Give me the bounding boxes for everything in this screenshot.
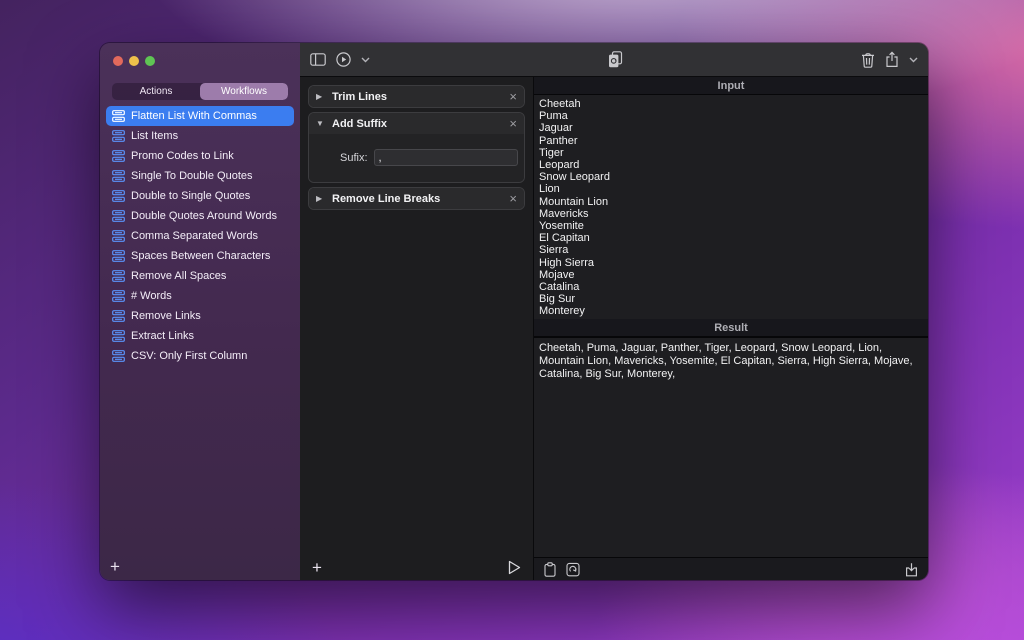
sidebar-item-label: Remove All Spaces <box>131 270 226 282</box>
sidebar-item-label: Extract Links <box>131 330 194 342</box>
workflow-icon <box>112 230 125 242</box>
sidebar-item-label: Promo Codes to Link <box>131 150 234 162</box>
run-workflow-icon[interactable] <box>336 52 351 67</box>
workflow-icon <box>112 210 125 222</box>
remove-step-button[interactable]: × <box>509 117 517 130</box>
sidebar-item[interactable]: Spaces Between Characters <box>106 246 294 266</box>
workflow-icon <box>112 350 125 362</box>
sidebar-item[interactable]: Comma Separated Words <box>106 226 294 246</box>
sidebar-item-label: Flatten List With Commas <box>131 110 257 122</box>
add-workflow-button[interactable]: + <box>110 558 120 575</box>
workflow-icon <box>112 310 125 322</box>
disclosure-icon[interactable]: ▶ <box>316 92 325 101</box>
sidebar-item[interactable]: Flatten List With Commas <box>106 106 294 126</box>
input-header: Input <box>534 77 928 95</box>
disclosure-icon[interactable]: ▼ <box>316 119 325 128</box>
play-icon[interactable] <box>508 560 521 575</box>
disclosure-icon[interactable]: ▶ <box>316 194 325 203</box>
sidebar-item-label: Double Quotes Around Words <box>131 210 277 222</box>
sidebar-item[interactable]: # Words <box>106 286 294 306</box>
paste-clipboard-icon[interactable] <box>544 562 556 577</box>
use-result-as-input-icon[interactable] <box>566 562 580 577</box>
toolbar <box>300 43 928 77</box>
share-icon[interactable] <box>885 51 899 68</box>
remove-step-button[interactable]: × <box>509 90 517 103</box>
sidebar-item-label: # Words <box>131 290 172 302</box>
tab-actions[interactable]: Actions <box>112 83 200 100</box>
suffix-field-label: Sufix: <box>316 152 368 164</box>
sidebar-item[interactable]: CSV: Only First Column <box>106 346 294 366</box>
step-card: ▶ Trim Lines × <box>308 85 525 108</box>
sidebar-item-label: Spaces Between Characters <box>131 250 270 262</box>
desktop-wallpaper: ActionsWorkflows Flatten List With Comma… <box>0 0 1024 640</box>
sidebar-footer: + <box>100 552 300 580</box>
sidebar-item[interactable]: Remove All Spaces <box>106 266 294 286</box>
sidebar-item[interactable]: Promo Codes to Link <box>106 146 294 166</box>
sidebar-item[interactable]: Extract Links <box>106 326 294 346</box>
sidebar-item[interactable]: Single To Double Quotes <box>106 166 294 186</box>
window-titlebar[interactable] <box>100 43 300 79</box>
remove-step-button[interactable]: × <box>509 192 517 205</box>
step-card-header[interactable]: ▼ Add Suffix × <box>309 113 524 134</box>
io-footer <box>534 557 928 580</box>
share-options-chevron-icon[interactable] <box>909 57 918 63</box>
workflow-icon <box>112 330 125 342</box>
result-text[interactable]: Cheetah, Puma, Jaguar, Panther, Tiger, L… <box>534 337 928 557</box>
zoom-window-button[interactable] <box>145 56 155 66</box>
sidebar-item[interactable]: List Items <box>106 126 294 146</box>
steps-panel: ▶ Trim Lines × ▼ Add Suffix × Sufix: ▶ Remove Li… <box>300 77 534 580</box>
sidebar-item-label: Comma Separated Words <box>131 230 258 242</box>
workflow-list: Flatten List With Commas List Items Promo … <box>100 106 300 552</box>
workflow-icon <box>112 290 125 302</box>
workflow-icon <box>112 110 125 122</box>
sidebar-item[interactable]: Double Quotes Around Words <box>106 206 294 226</box>
step-title: Remove Line Breaks <box>332 193 502 205</box>
step-card-header[interactable]: ▶ Trim Lines × <box>309 86 524 107</box>
save-result-icon[interactable] <box>905 562 918 577</box>
io-panel: Input Cheetah Puma Jaguar Panther Tiger … <box>534 77 928 580</box>
sidebar-segmented-control: ActionsWorkflows <box>112 83 288 100</box>
step-cards: ▶ Trim Lines × ▼ Add Suffix × Sufix: ▶ Remove Li… <box>300 77 533 554</box>
input-header-label: Input <box>718 80 745 92</box>
steps-footer: + <box>300 554 533 580</box>
tab-workflows[interactable]: Workflows <box>200 83 288 100</box>
workflow-icon <box>112 250 125 262</box>
traffic-lights <box>113 56 155 66</box>
step-card-header[interactable]: ▶ Remove Line Breaks × <box>309 188 524 209</box>
workflow-icon <box>112 270 125 282</box>
input-text[interactable]: Cheetah Puma Jaguar Panther Tiger Leopar… <box>534 95 928 319</box>
sidebar-item-label: Single To Double Quotes <box>131 170 253 182</box>
main-area: ▶ Trim Lines × ▼ Add Suffix × Sufix: ▶ Remove Li… <box>300 43 928 580</box>
result-header-label: Result <box>714 322 748 334</box>
close-window-button[interactable] <box>113 56 123 66</box>
step-card: ▶ Remove Line Breaks × <box>308 187 525 210</box>
sidebar-item-label: Remove Links <box>131 310 201 322</box>
suffix-input[interactable] <box>374 149 518 166</box>
sidebar-item-label: Double to Single Quotes <box>131 190 250 202</box>
documents-icon[interactable] <box>608 51 623 68</box>
run-options-chevron-icon[interactable] <box>361 57 370 63</box>
toggle-sidebar-icon[interactable] <box>310 53 326 66</box>
step-title: Add Suffix <box>332 118 502 130</box>
sidebar-item-label: List Items <box>131 130 178 142</box>
add-step-button[interactable]: + <box>312 559 322 576</box>
step-card-body: Sufix: <box>309 134 524 182</box>
app-window: ActionsWorkflows Flatten List With Comma… <box>100 43 928 580</box>
sidebar-item-label: CSV: Only First Column <box>131 350 247 362</box>
result-header: Result <box>534 319 928 337</box>
workflow-icon <box>112 130 125 142</box>
sidebar-item[interactable]: Remove Links <box>106 306 294 326</box>
workflow-icon <box>112 170 125 182</box>
step-card: ▼ Add Suffix × Sufix: <box>308 112 525 183</box>
minimize-window-button[interactable] <box>129 56 139 66</box>
workflow-icon <box>112 190 125 202</box>
workflow-icon <box>112 150 125 162</box>
sidebar: ActionsWorkflows Flatten List With Comma… <box>100 43 300 580</box>
sidebar-item[interactable]: Double to Single Quotes <box>106 186 294 206</box>
delete-icon[interactable] <box>861 52 875 68</box>
step-title: Trim Lines <box>332 91 502 103</box>
